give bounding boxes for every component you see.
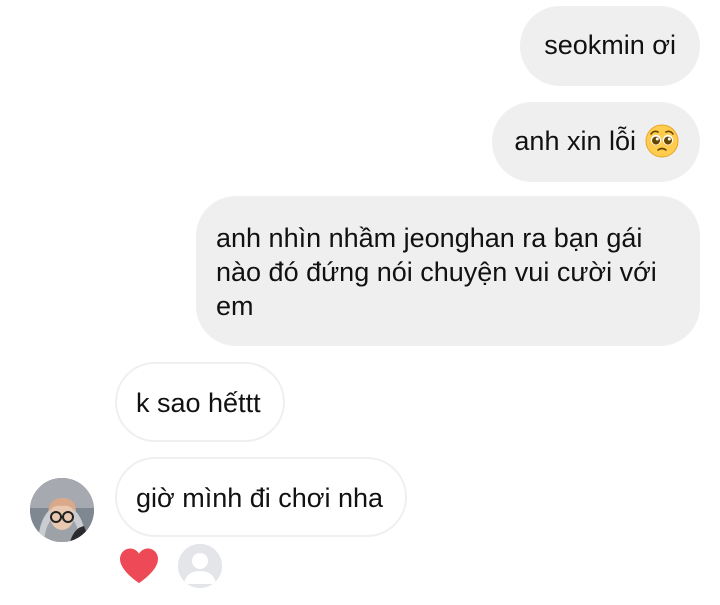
chat-thread: seokmin ơi anh xin lỗi anh nhìn nhầm jeo… bbox=[0, 0, 720, 605]
seen-avatar-placeholder bbox=[176, 542, 224, 590]
message-text: anh nhìn nhầm jeonghan ra bạn gái nào đó… bbox=[216, 223, 657, 321]
sent-message-bubble[interactable]: anh xin lỗi bbox=[492, 102, 700, 182]
sent-message-bubble[interactable]: seokmin ơi bbox=[520, 6, 700, 86]
message-text: k sao hếttt bbox=[136, 388, 261, 418]
message-text: seokmin ơi bbox=[544, 30, 676, 60]
sender-avatar[interactable] bbox=[30, 478, 94, 542]
message-text: giờ mình đi chơi nha bbox=[136, 483, 384, 513]
heart-reaction-icon[interactable] bbox=[118, 547, 160, 585]
pleading-face-icon bbox=[645, 124, 679, 158]
received-message-bubble[interactable]: k sao hếttt bbox=[115, 362, 285, 442]
default-user-icon bbox=[178, 544, 222, 588]
sent-message-bubble[interactable]: anh nhìn nhầm jeonghan ra bạn gái nào đó… bbox=[196, 196, 700, 346]
received-message-bubble[interactable]: giờ mình đi chơi nha bbox=[115, 457, 408, 537]
avatar-photo bbox=[30, 478, 94, 542]
message-text: anh xin lỗi bbox=[514, 126, 636, 156]
